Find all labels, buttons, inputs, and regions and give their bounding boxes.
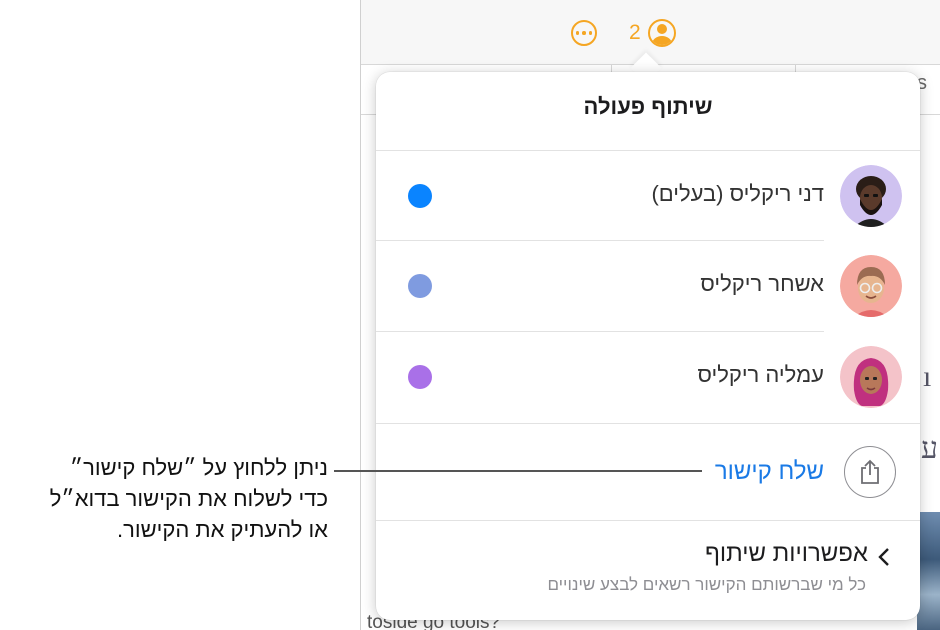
participant-color-dot <box>408 274 432 298</box>
participant-row[interactable]: דני ריקליס (בעלים) <box>376 151 920 241</box>
callout-line <box>334 470 702 472</box>
participant-name: דני ריקליס (בעלים) <box>651 181 824 206</box>
avatar <box>840 165 902 227</box>
callout-text: ניתן ללחוץ על ״שלח קישור״ כדי לשלוח את ה… <box>6 452 328 545</box>
avatar <box>840 255 902 317</box>
chevron-left-icon <box>878 548 889 566</box>
participant-name: אשחר ריקליס <box>700 271 824 296</box>
send-link-row[interactable]: שלח קישור <box>376 424 920 520</box>
more-options-icon[interactable] <box>571 20 597 46</box>
callout-line-3: או להעתיק את הקישור. <box>116 517 328 542</box>
share-options-title: אפשרויות שיתוף <box>704 540 868 567</box>
background-photo <box>917 512 940 630</box>
avatar <box>840 346 902 408</box>
collaboration-popover: שיתוף פעולה דני ריקליס (בעלים) אשחר ריקל… <box>376 72 920 620</box>
callout-line-2: כדי לשלוח את הקישור בדוא״ל <box>49 486 328 511</box>
participant-name: עמליה ריקליס <box>697 362 825 387</box>
share-icon[interactable] <box>844 446 896 498</box>
participant-row[interactable]: עמליה ריקליס <box>376 332 920 422</box>
collaboration-icon[interactable] <box>648 19 676 47</box>
participant-color-dot <box>408 184 432 208</box>
background-glyph: ı <box>923 360 932 393</box>
collaborator-count: 2 <box>629 21 641 44</box>
callout-line-1: ניתן ללחוץ על ״שלח קישור״ <box>69 455 328 480</box>
popover-title: שיתוף פעולה <box>583 94 713 119</box>
toolbar: 2 <box>361 0 940 65</box>
share-options-subtitle: כל מי שברשותם הקישור רשאים לבצע שינויים <box>547 575 866 594</box>
participant-color-dot <box>408 365 432 389</box>
divider <box>376 520 920 521</box>
participant-row[interactable]: אשחר ריקליס <box>376 241 920 331</box>
share-options-row[interactable]: אפשרויות שיתוף כל מי שברשותם הקישור רשאי… <box>376 522 920 620</box>
send-link-button[interactable]: שלח קישור <box>715 458 824 486</box>
background-glyph: ע <box>921 432 938 465</box>
